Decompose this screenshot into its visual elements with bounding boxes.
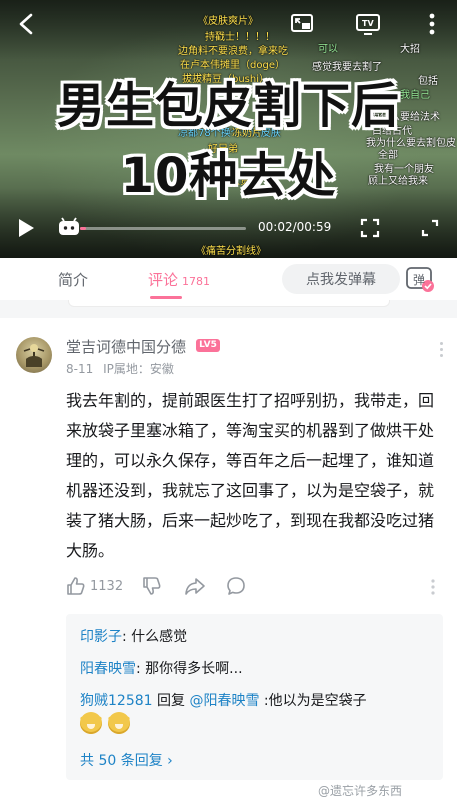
reply-text: :他以为是空袋子 <box>259 693 367 709</box>
dot <box>440 348 443 351</box>
cast-tv-button[interactable]: TV <box>354 10 382 38</box>
expand-corners-icon <box>421 219 439 237</box>
fullscreen-button[interactable] <box>358 216 382 240</box>
progress-fill <box>80 227 86 230</box>
tab-intro[interactable]: 简介 <box>58 269 88 290</box>
reply-mention[interactable]: @阳春映雪 <box>189 693 259 709</box>
share-icon <box>185 578 205 595</box>
video-headline-line1: 男生包皮割下后 <box>56 78 400 134</box>
pip-button[interactable] <box>288 10 316 38</box>
tv-icon: TV <box>356 14 380 35</box>
thumbs-up-icon <box>67 577 85 595</box>
like-button[interactable]: 1132 <box>66 576 123 596</box>
danmaku: 大招 <box>400 44 420 55</box>
comment-actions: 1132 <box>66 576 446 604</box>
comment-menu-button[interactable] <box>430 578 436 596</box>
danmaku-input[interactable]: 点我发弹幕 <box>282 264 400 294</box>
divider-strip <box>0 300 457 318</box>
comment-ip: IP属地：安徽 <box>103 362 174 376</box>
view-all-replies-link[interactable]: 共 50 条回复 › <box>80 750 173 770</box>
progress-thumb[interactable] <box>58 217 80 237</box>
danmaku-toggle-button[interactable]: 弹 <box>404 264 436 294</box>
danmaku: 《痛苦分割线》 <box>196 246 266 257</box>
reply-separator: : <box>122 629 132 645</box>
rotate-fullscreen-button[interactable] <box>418 216 442 240</box>
comment-date: 8-11 <box>66 362 94 376</box>
active-tab-indicator <box>150 296 182 299</box>
danmaku: 可以 <box>318 44 338 55</box>
avatar[interactable] <box>16 337 52 373</box>
reply-text: 那你得多长啊... <box>145 661 243 677</box>
video-headline-line2: 10种去处 <box>120 148 337 204</box>
dot <box>440 342 443 345</box>
doge-emoji-icon <box>80 712 102 734</box>
reply-separator: : <box>136 661 146 677</box>
video-player[interactable]: 《皮肤爽片》 持戳士！！！！ 边角料不要浪费，拿来吃 在卢本伟摊里（doge） … <box>0 0 457 258</box>
reply-item[interactable]: 阳春映雪: 那你得多长啊... <box>80 658 243 678</box>
reply-author[interactable]: 印影子 <box>80 629 122 645</box>
comment-meta: 8-11 IP属地：安徽 <box>66 360 174 377</box>
comment-username[interactable]: 堂吉诃德中国分德 <box>66 336 186 357</box>
reply-author[interactable]: 狗贼12581 <box>80 693 153 709</box>
reply-emojis <box>80 712 130 734</box>
danmaku: 持戳士！！！！ <box>205 32 275 43</box>
reply-button[interactable] <box>226 576 246 596</box>
more-vertical-icon <box>429 13 435 35</box>
dislike-button[interactable] <box>142 576 162 596</box>
danmaku-toggle-label: 弹 <box>413 273 426 287</box>
progress-bar[interactable] <box>80 227 246 230</box>
more-button[interactable] <box>418 10 446 38</box>
svg-text:TV: TV <box>362 19 374 28</box>
play-button[interactable] <box>14 216 38 240</box>
comment-count: 1781 <box>182 275 211 288</box>
reply-item[interactable]: 印影子: 什么感觉 <box>80 626 187 646</box>
play-icon <box>19 219 34 237</box>
fullscreen-icon <box>360 218 380 238</box>
tab-comments-label: 评论 <box>148 271 179 289</box>
reply-mid: 回复 <box>152 693 190 709</box>
time-display: 00:02/00:59 <box>258 220 332 234</box>
collapsed-bar <box>68 300 390 307</box>
more-vertical-icon <box>431 579 435 595</box>
back-arrow-icon <box>19 13 33 35</box>
watermark: @遗忘许多东西 <box>318 784 403 798</box>
doge-emoji-icon <box>108 712 130 734</box>
like-count: 1132 <box>90 578 124 594</box>
picture-in-picture-icon <box>291 14 313 32</box>
level-badge: LV5 <box>196 339 220 352</box>
tab-comments[interactable]: 评论 1781 <box>148 269 210 290</box>
share-button[interactable] <box>184 576 206 596</box>
reply-preview-box[interactable]: 印影子: 什么感觉 阳春映雪: 那你得多长啊... 狗贼12581 回复 @阳春… <box>66 614 443 780</box>
avatar-image <box>23 344 45 367</box>
comment-more-button[interactable] <box>440 342 444 360</box>
reply-item[interactable]: 狗贼12581 回复 @阳春映雪 :他以为是空袋子 <box>80 690 367 710</box>
dot <box>440 354 443 357</box>
chat-bubble-icon <box>227 577 245 595</box>
thumbs-down-icon <box>143 577 161 595</box>
comment-text: 我去年割的，提前跟医生打了招呼别扔，我带走，回来放袋子里塞冰箱了，等淘宝买的机器… <box>66 391 435 560</box>
back-button[interactable] <box>12 10 40 38</box>
tv-mascot-thumb-icon <box>59 217 79 235</box>
reply-text: 什么感觉 <box>131 629 188 645</box>
danmaku: 《皮肤爽片》 <box>198 16 258 27</box>
reply-author[interactable]: 阳春映雪 <box>80 661 136 677</box>
danmaku: 边角料不要浪费，拿来吃 <box>178 46 288 57</box>
